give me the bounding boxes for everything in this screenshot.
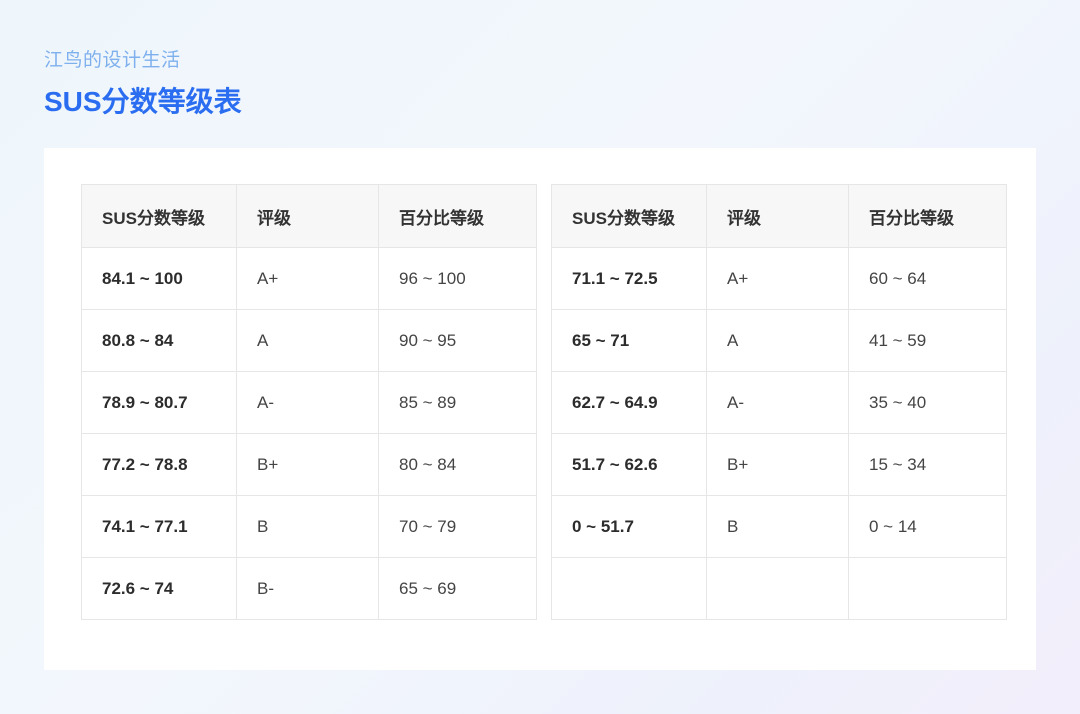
score-cell: 78.9 ~ 80.7 (81, 371, 237, 434)
score-cell (551, 557, 707, 620)
grade-cell: A (236, 309, 379, 372)
percentile-cell (848, 557, 1007, 620)
percentile-cell: 0 ~ 14 (848, 495, 1007, 558)
percentile-cell: 35 ~ 40 (848, 371, 1007, 434)
score-cell: 80.8 ~ 84 (81, 309, 237, 372)
percentile-cell: 85 ~ 89 (378, 371, 537, 434)
table-row: 0 ~ 51.7 B 0 ~ 14 (551, 495, 1007, 558)
sus-table-right: SUS分数等级 评级 百分比等级 71.1 ~ 72.5 A+ 60 ~ 64 … (551, 184, 1007, 620)
score-cell: 72.6 ~ 74 (81, 557, 237, 620)
percentile-cell: 80 ~ 84 (378, 433, 537, 496)
table-row: 62.7 ~ 64.9 A- 35 ~ 40 (551, 371, 1007, 434)
table-row: 74.1 ~ 77.1 B 70 ~ 79 (81, 495, 537, 558)
grade-cell: A- (236, 371, 379, 434)
score-cell: 84.1 ~ 100 (81, 247, 237, 310)
sus-table-left: SUS分数等级 评级 百分比等级 84.1 ~ 100 A+ 96 ~ 100 … (81, 184, 537, 620)
table-row: 77.2 ~ 78.8 B+ 80 ~ 84 (81, 433, 537, 496)
table-row: 65 ~ 71 A 41 ~ 59 (551, 309, 1007, 372)
grade-cell (706, 557, 849, 620)
percentile-cell: 41 ~ 59 (848, 309, 1007, 372)
table-card: SUS分数等级 评级 百分比等级 84.1 ~ 100 A+ 96 ~ 100 … (44, 148, 1036, 670)
header-grade: 评级 (236, 184, 379, 248)
table-row-empty (551, 557, 1007, 620)
table-row: 72.6 ~ 74 B- 65 ~ 69 (81, 557, 537, 620)
header-score: SUS分数等级 (551, 184, 707, 248)
grade-cell: B+ (236, 433, 379, 496)
percentile-cell: 90 ~ 95 (378, 309, 537, 372)
header-percentile: 百分比等级 (848, 184, 1007, 248)
table-row: 71.1 ~ 72.5 A+ 60 ~ 64 (551, 247, 1007, 310)
table-header-row: SUS分数等级 评级 百分比等级 (551, 184, 1007, 248)
page-title: SUS分数等级表 (44, 86, 242, 117)
grade-cell: B+ (706, 433, 849, 496)
table-row: 78.9 ~ 80.7 A- 85 ~ 89 (81, 371, 537, 434)
header-percentile: 百分比等级 (378, 184, 537, 248)
table-row: 84.1 ~ 100 A+ 96 ~ 100 (81, 247, 537, 310)
grade-cell: B (706, 495, 849, 558)
score-cell: 62.7 ~ 64.9 (551, 371, 707, 434)
grade-cell: A+ (706, 247, 849, 310)
score-cell: 51.7 ~ 62.6 (551, 433, 707, 496)
score-cell: 65 ~ 71 (551, 309, 707, 372)
score-cell: 74.1 ~ 77.1 (81, 495, 237, 558)
page-subtitle: 江鸟的设计生活 (44, 50, 181, 71)
score-cell: 0 ~ 51.7 (551, 495, 707, 558)
grade-cell: A+ (236, 247, 379, 310)
header-score: SUS分数等级 (81, 184, 237, 248)
table-row: 51.7 ~ 62.6 B+ 15 ~ 34 (551, 433, 1007, 496)
percentile-cell: 96 ~ 100 (378, 247, 537, 310)
grade-cell: A (706, 309, 849, 372)
percentile-cell: 65 ~ 69 (378, 557, 537, 620)
grade-cell: A- (706, 371, 849, 434)
score-cell: 77.2 ~ 78.8 (81, 433, 237, 496)
grade-cell: B (236, 495, 379, 558)
percentile-cell: 70 ~ 79 (378, 495, 537, 558)
header-grade: 评级 (706, 184, 849, 248)
table-row: 80.8 ~ 84 A 90 ~ 95 (81, 309, 537, 372)
percentile-cell: 15 ~ 34 (848, 433, 1007, 496)
score-cell: 71.1 ~ 72.5 (551, 247, 707, 310)
table-header-row: SUS分数等级 评级 百分比等级 (81, 184, 537, 248)
percentile-cell: 60 ~ 64 (848, 247, 1007, 310)
grade-cell: B- (236, 557, 379, 620)
